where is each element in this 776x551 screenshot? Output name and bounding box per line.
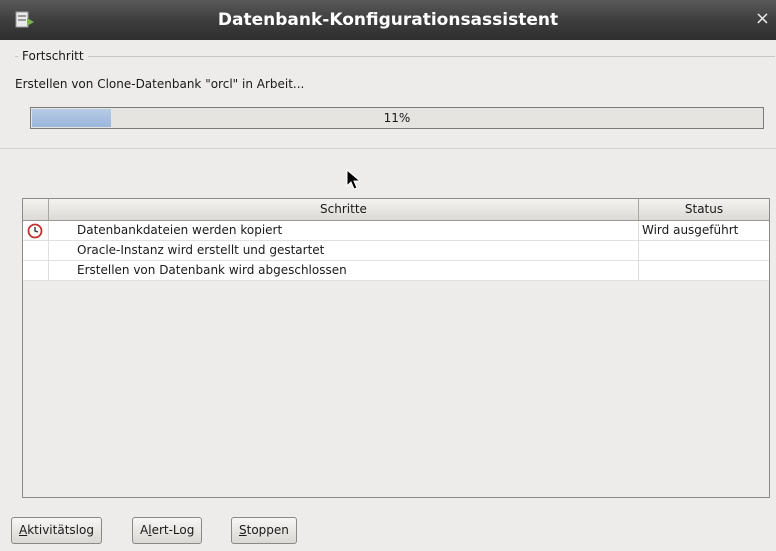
steps-table: Schritte Status Datenbankdateien werden … <box>22 198 770 498</box>
button-label: ktivitätslog <box>27 523 94 537</box>
progress-status-text: Erstellen von Clone-Datenbank "orcl" in … <box>15 77 305 91</box>
button-label: ert-Log <box>151 523 195 537</box>
clock-icon <box>27 223 43 239</box>
title-bar: Datenbank-Konfigurationsassistent × <box>0 0 776 40</box>
step-cell: Oracle-Instanz wird erstellt und gestart… <box>49 241 639 261</box>
column-header-status[interactable]: Status <box>639 199 769 220</box>
button-label-prefix: A <box>140 523 149 537</box>
column-header-steps[interactable]: Schritte <box>49 199 639 220</box>
row-icon-cell <box>23 241 49 261</box>
button-label: toppen <box>246 523 289 537</box>
mouse-pointer-icon <box>346 169 362 190</box>
alert-log-button[interactable]: Alert-Log <box>132 517 203 544</box>
mnemonic-letter: A <box>19 523 28 537</box>
table-row[interactable]: Erstellen von Datenbank wird abgeschloss… <box>23 261 769 281</box>
status-cell: Wird ausgeführt <box>642 223 739 237</box>
progress-group <box>15 56 775 147</box>
activity-log-button[interactable]: Aktivitätslog <box>11 517 102 544</box>
table-row[interactable]: Datenbankdateien werden kopiert Wird aus… <box>23 221 769 241</box>
icon-column-header <box>23 199 49 220</box>
table-row[interactable]: Oracle-Instanz wird erstellt und gestart… <box>23 241 769 261</box>
row-icon-cell <box>23 221 49 241</box>
window-title: Datenbank-Konfigurationsassistent <box>217 10 559 30</box>
progress-percent-label: 11% <box>383 111 411 125</box>
progress-group-legend: Fortschritt <box>18 49 88 63</box>
status-cell <box>639 241 769 261</box>
close-icon[interactable]: × <box>755 10 770 28</box>
mnemonic-letter: S <box>239 523 247 537</box>
divider <box>0 148 776 149</box>
steps-table-header: Schritte Status <box>23 199 769 221</box>
status-cell <box>639 261 769 281</box>
progress-bar: 11% <box>30 107 764 129</box>
step-cell: Datenbankdateien werden kopiert <box>49 221 639 241</box>
stop-button[interactable]: Stoppen <box>231 517 297 544</box>
row-icon-cell <box>23 261 49 281</box>
step-cell: Erstellen von Datenbank wird abgeschloss… <box>49 261 639 281</box>
